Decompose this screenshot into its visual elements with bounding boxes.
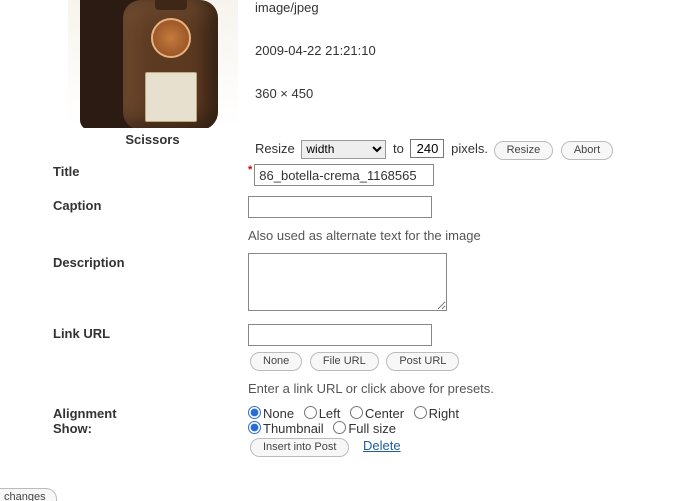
linkurl-label: Link URL (53, 320, 248, 402)
linkurl-none-button[interactable]: None (250, 352, 302, 371)
linkurl-file-button[interactable]: File URL (310, 352, 379, 371)
show-full-radio[interactable] (333, 421, 346, 434)
align-right-radio[interactable] (414, 406, 427, 419)
show-options: Thumbnail Full size (248, 421, 693, 436)
alignment-options: None Left Center Right (248, 406, 693, 421)
changes-button[interactable]: changes (0, 488, 57, 501)
linkurl-help: Enter a link URL or click above for pres… (248, 381, 693, 396)
description-label: Description (53, 249, 248, 320)
meta-mimetype: image/jpeg (255, 0, 685, 15)
align-left-radio[interactable] (304, 406, 317, 419)
attachment-thumbnail (68, 0, 238, 128)
title-label: Title (53, 144, 248, 192)
align-none-radio[interactable] (248, 406, 261, 419)
caption-input[interactable] (248, 196, 432, 218)
delete-link[interactable]: Delete (363, 438, 401, 453)
show-thumb-radio[interactable] (248, 421, 261, 434)
description-textarea[interactable] (248, 253, 447, 311)
show-thumb-label: Thumbnail (263, 421, 324, 436)
meta-date: 2009-04-22 21:21:10 (255, 43, 685, 58)
meta-dimensions: 360 × 450 (255, 86, 685, 101)
title-input[interactable] (254, 164, 434, 186)
insert-into-post-button[interactable]: Insert into Post (250, 438, 349, 457)
caption-label: Caption (53, 192, 248, 249)
linkurl-input[interactable] (248, 324, 432, 346)
align-center-label: Center (365, 406, 404, 421)
show-label: Show: (53, 421, 242, 436)
align-left-label: Left (319, 406, 341, 421)
align-center-radio[interactable] (350, 406, 363, 419)
show-full-label: Full size (348, 421, 396, 436)
caption-help: Also used as alternate text for the imag… (248, 228, 693, 243)
linkurl-post-button[interactable]: Post URL (386, 352, 459, 371)
align-right-label: Right (429, 406, 459, 421)
alignment-label: Alignment (53, 406, 242, 421)
align-none-label: None (263, 406, 294, 421)
